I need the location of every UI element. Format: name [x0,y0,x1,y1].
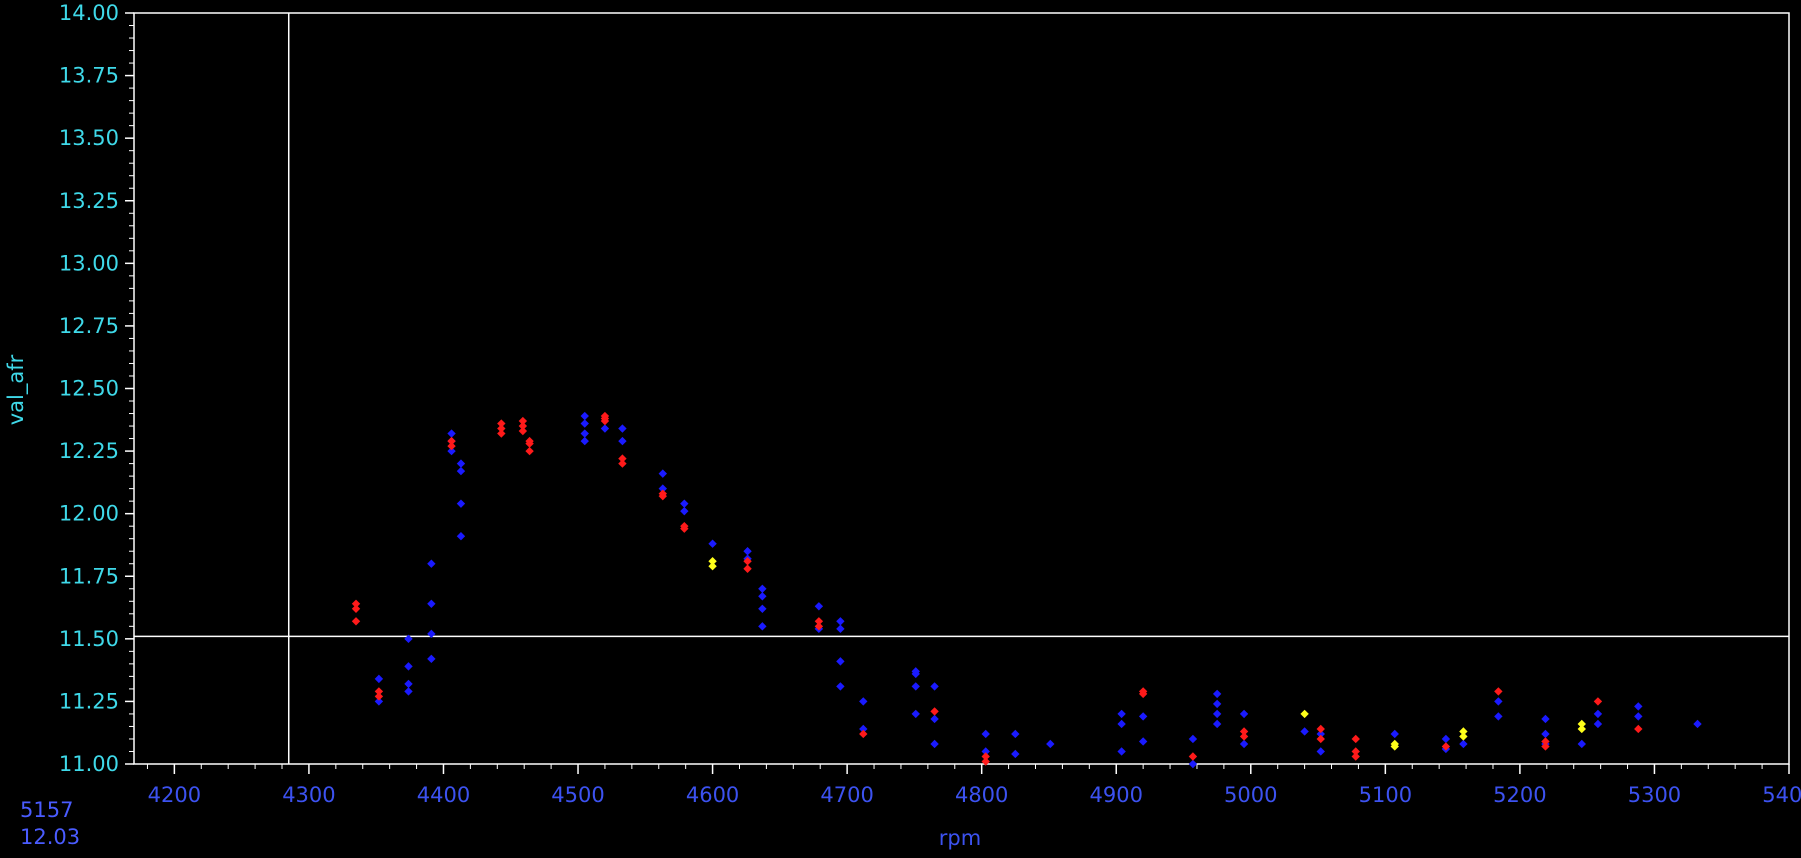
x-tick-label: 4600 [686,783,739,807]
x-tick-label: 4200 [148,783,201,807]
x-tick-label: 4800 [955,783,1008,807]
y-tick-label: 11.50 [59,627,119,651]
x-tick-label: 4300 [282,783,335,807]
x-tick-label: 5000 [1224,783,1277,807]
chart-background [0,0,1801,858]
x-tick-label: 4400 [417,783,470,807]
scatter-chart[interactable]: 11.00 11.25 11.50 11.75 12.00 12.25 12.50 12.75… [0,0,1801,858]
y-tick-label: 13.00 [59,251,119,275]
x-tick-label: 5100 [1359,783,1412,807]
y-tick-label: 13.50 [59,126,119,150]
x-tick-label: 4500 [551,783,604,807]
x-tick-label: 5200 [1493,783,1546,807]
y-tick-label: 12.25 [59,439,119,463]
x-tick-label: 5300 [1628,783,1681,807]
x-tick-label: 4900 [1090,783,1143,807]
y-tick-label: 12.75 [59,314,119,338]
y-tick-label: 14.00 [59,1,119,25]
y-tick-label: 12.50 [59,377,119,401]
x-tick-label: 4700 [820,783,873,807]
cursor-y-readout: 12.03 [20,825,81,849]
y-tick-label: 11.75 [59,564,119,588]
cursor-x-readout: 5157 [20,798,74,822]
x-tick-label: 5400 [1762,783,1801,807]
x-axis-label: rpm [939,826,981,850]
y-tick-label: 13.75 [59,64,119,88]
y-tick-label: 11.25 [59,689,119,713]
y-axis-label: val_afr [4,354,29,425]
y-tick-label: 13.25 [59,189,119,213]
y-tick-label: 11.00 [59,752,119,776]
y-tick-label: 12.00 [59,502,119,526]
